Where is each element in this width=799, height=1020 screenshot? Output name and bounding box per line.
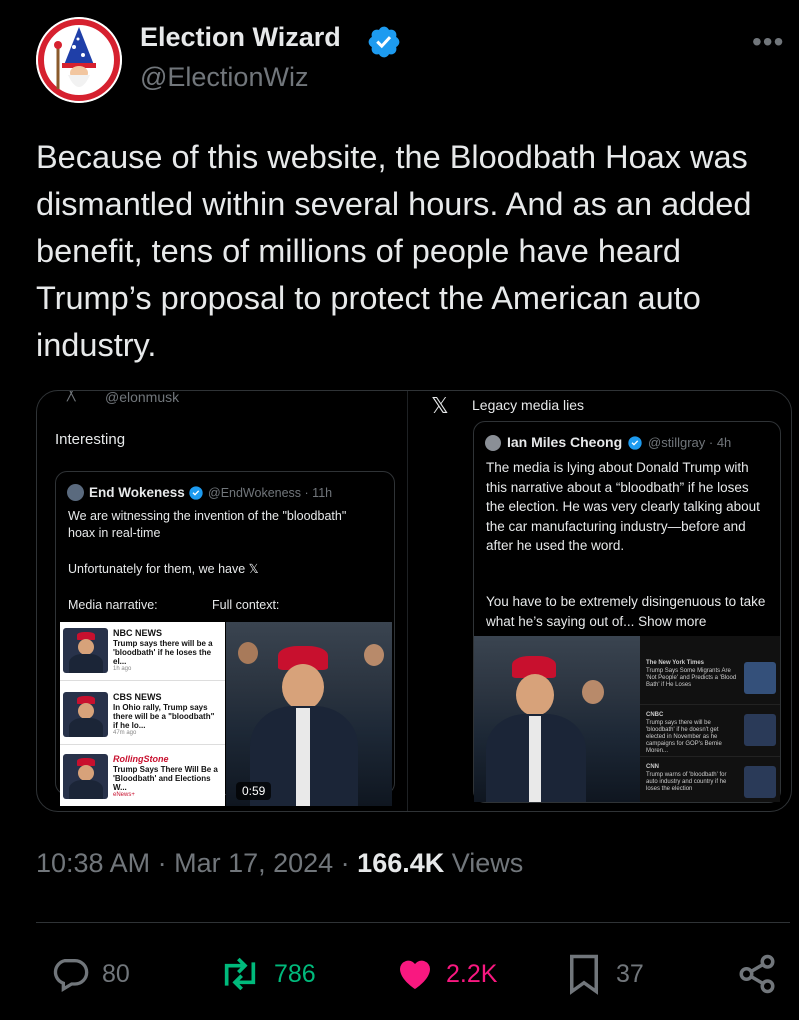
author-handle[interactable]: @ElectionWiz <box>140 62 308 93</box>
right-video-thumbnail[interactable] <box>474 636 640 802</box>
share-button[interactable] <box>736 952 778 996</box>
news-headline: In Ohio rally, Trump says there will be … <box>113 703 215 730</box>
bookmark-icon <box>570 954 598 995</box>
wizard-avatar-icon <box>36 17 122 103</box>
panel-divider <box>407 391 408 811</box>
news-time: eNews+ <box>113 792 135 798</box>
news-headline: Trump warns of 'bloodbath' for auto indu… <box>646 772 727 792</box>
bookmark-count: 37 <box>616 959 644 988</box>
news-source: CNN <box>646 764 659 770</box>
author-avatar[interactable] <box>36 17 122 103</box>
reply-button[interactable]: 80 <box>50 952 130 996</box>
verified-badge-icon <box>628 436 642 450</box>
news-item: CNBC Trump says there will be 'bloodbath… <box>640 708 780 757</box>
quoted-name: Ian Miles Cheong <box>507 434 623 450</box>
news-headline: Trump Says There Will Be a 'Bloodbath' a… <box>113 765 218 792</box>
divider <box>36 922 790 923</box>
news-item: NBC NEWS Trump says there will be a 'blo… <box>60 622 225 681</box>
quoted-line2: You have to be extremely disingenuous to… <box>486 594 766 629</box>
x-logo-icon: 𝕏 <box>431 393 449 418</box>
more-options-icon[interactable]: ••• <box>752 26 784 58</box>
verified-badge-icon <box>189 486 203 500</box>
verified-badge-icon <box>368 26 400 58</box>
reply-icon <box>53 959 89 992</box>
tweet-timestamp[interactable]: 10:38 AM · Mar 17, 2024 · <box>36 848 357 878</box>
tweet-meta: 10:38 AM · Mar 17, 2024 · 166.4K Views <box>36 848 523 879</box>
news-time: 47m ago <box>113 730 137 736</box>
news-item: The New York Times Trump Says Some Migra… <box>640 656 780 705</box>
reply-count: 80 <box>102 959 130 988</box>
like-count: 2.2K <box>446 959 498 988</box>
like-button[interactable]: 2.2K <box>394 952 497 996</box>
news-source: NBC NEWS <box>113 628 162 638</box>
left-video-thumbnail[interactable]: 0:59 <box>226 622 392 806</box>
repost-icon <box>224 957 256 991</box>
tweet-text: Because of this website, the Bloodbath H… <box>36 139 752 363</box>
left-caption: Interesting <box>55 431 126 448</box>
right-quoted-card[interactable]: Ian Miles Cheong @stillgray · 4h The med… <box>473 421 781 803</box>
news-item: CNN Trump warns of 'bloodbath' for auto … <box>640 760 780 802</box>
share-icon <box>739 954 775 994</box>
repost-button[interactable]: 786 <box>218 952 316 996</box>
quoted-line1: The media is lying about Donald Trump wi… <box>486 460 760 553</box>
news-screenshot: The New York Times Trump Says Some Migra… <box>640 636 780 802</box>
left-quoted-card[interactable]: End Wokeness @EndWokeness · 11h We are w… <box>55 471 395 806</box>
repost-count: 786 <box>274 959 316 988</box>
bookmark-button[interactable]: 37 <box>566 952 644 996</box>
news-source: RollingStone <box>113 754 169 764</box>
views-label: Views <box>444 848 524 878</box>
quoted-handle-time: @stillgray · 4h <box>648 435 732 450</box>
news-headline: Trump says there will be 'bloodbath' if … <box>646 720 722 754</box>
news-time: 1h ago <box>113 666 132 672</box>
tweet-media[interactable]: ╳ @elonmusk Interesting End Wokeness @En… <box>36 390 792 812</box>
quoted-line1: We are witnessing the invention of the "… <box>68 509 347 540</box>
video-duration: 0:59 <box>236 782 272 800</box>
news-source: CBS NEWS <box>113 692 162 702</box>
news-item: RollingStone Trump Says There Will Be a … <box>60 748 225 806</box>
heart-icon <box>400 960 430 989</box>
right-caption: Legacy media lies <box>472 397 585 413</box>
news-source: CNBC <box>646 712 664 718</box>
media-narrative-label: Media narrative: <box>68 598 158 612</box>
news-headline: Trump Says Some Migrants Are 'Not People… <box>646 668 737 688</box>
ian-avatar <box>485 435 501 451</box>
quoted-handle-time: @EndWokeness · 11h <box>208 486 333 500</box>
news-screenshot: NBC NEWS Trump says there will be a 'blo… <box>60 622 225 806</box>
full-context-label: Full context: <box>212 598 280 612</box>
author-name[interactable]: Election Wizard <box>140 22 341 53</box>
news-item: CBS NEWS In Ohio rally, Trump says there… <box>60 686 225 745</box>
views-count: 166.4K <box>357 848 445 878</box>
quoted-name: End Wokeness <box>89 485 185 500</box>
x-logo-icon: ╳ <box>67 390 76 401</box>
news-source: The New York Times <box>646 660 705 666</box>
news-headline: Trump says there will be a 'bloodbath' i… <box>113 639 213 666</box>
left-top-handle: @elonmusk <box>105 390 180 405</box>
quoted-line2: Unfortunately for them, we have 𝕏 <box>68 562 259 576</box>
end-wokeness-avatar <box>67 484 84 501</box>
